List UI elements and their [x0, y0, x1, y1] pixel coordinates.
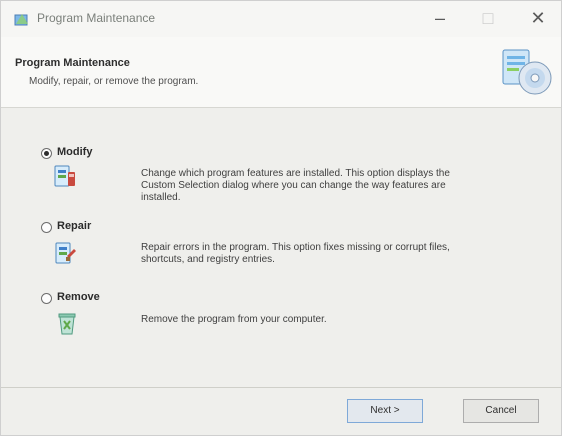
option-description-repair: Repair errors in the program. This optio…: [141, 242, 511, 266]
modify-icon: [54, 165, 75, 187]
close-button[interactable]: ✕: [523, 7, 553, 31]
installer-disc-icon: [502, 49, 552, 95]
window-title: Program Maintenance: [37, 11, 156, 25]
option-label-repair[interactable]: Repair: [57, 220, 91, 232]
option-label-remove[interactable]: Remove: [57, 291, 100, 303]
repair-icon: [55, 242, 76, 264]
description-line: installed.: [141, 192, 181, 203]
option-description-modify: Change which program features are instal…: [141, 168, 511, 204]
description-line: Change which program features are instal…: [141, 168, 450, 179]
option-description-remove: Remove the program from your computer.: [141, 314, 511, 326]
option-label-modify[interactable]: Modify: [57, 146, 92, 158]
description-line: Remove the program from your computer.: [141, 314, 327, 325]
description-line: Custom Selection dialog where you can ch…: [141, 180, 446, 191]
radio-remove[interactable]: [41, 293, 52, 304]
minimize-button[interactable]: –: [425, 7, 455, 31]
header-subtitle: Modify, repair, or remove the program.: [29, 76, 199, 87]
footer-separator: [1, 387, 561, 388]
description-line: Repair errors in the program. This optio…: [141, 242, 450, 253]
maximize-button[interactable]: □: [473, 7, 503, 31]
next-button[interactable]: Next >: [347, 399, 423, 423]
installer-icon: [14, 14, 28, 26]
program-maintenance-window: Program Maintenance – □ ✕ Program Mainte…: [0, 0, 562, 436]
radio-repair[interactable]: [41, 222, 52, 233]
cancel-button[interactable]: Cancel: [463, 399, 539, 423]
header-banner: Program Maintenance Modify, repair, or r…: [1, 37, 561, 108]
title-bar[interactable]: Program Maintenance – □ ✕: [1, 1, 561, 37]
remove-icon: [58, 313, 76, 335]
header-title: Program Maintenance: [15, 57, 130, 69]
description-line: shortcuts, and registry entries.: [141, 254, 275, 265]
radio-modify[interactable]: [41, 148, 52, 159]
